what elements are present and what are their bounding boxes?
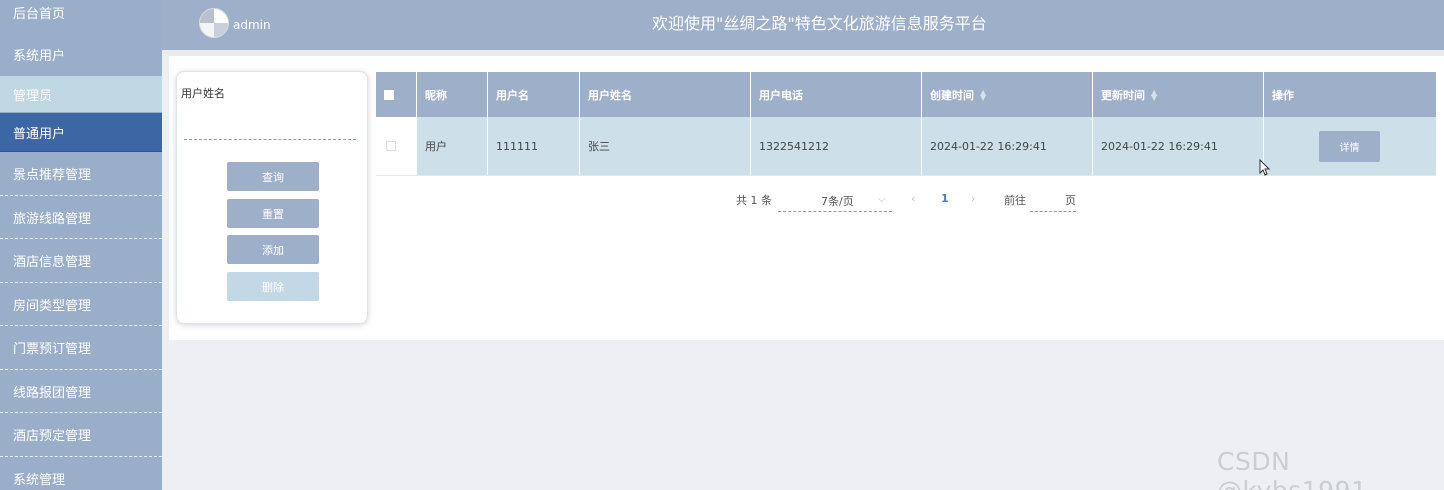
row-checkbox[interactable] — [386, 141, 396, 151]
sort-caret-icon[interactable]: ▲ ▼ — [980, 88, 986, 101]
top-header: admin 欢迎使用"丝绸之路"特色文化旅游信息服务平台 — [162, 0, 1444, 50]
mouse-cursor-icon — [1259, 159, 1270, 176]
page-title: 欢迎使用"丝绸之路"特色文化旅游信息服务平台 — [652, 14, 987, 33]
goto-prefix: 前往 — [1004, 194, 1026, 207]
cell-nickname: 用户 — [417, 117, 488, 175]
sidebar-item-room-types[interactable]: 房间类型管理 — [0, 283, 162, 326]
sidebar-item-label: 酒店信息管理 — [13, 255, 92, 270]
cell-realname: 张三 — [580, 117, 751, 175]
column-header-actions: 操作 — [1272, 88, 1294, 102]
sidebar-item-label: 系统用户 — [13, 48, 66, 64]
column-header-username: 用户名 — [488, 72, 580, 117]
chevron-down-icon: ⌵ — [878, 194, 886, 205]
sidebar-item-attractions[interactable]: 景点推荐管理 — [0, 152, 162, 196]
sidebar-item-admin[interactable]: 管理员 — [0, 76, 162, 112]
column-header-created[interactable]: 创建时间 ▲ ▼ — [922, 72, 1093, 117]
sidebar-item-label: 系统管理 — [13, 473, 66, 488]
search-input[interactable] — [184, 128, 356, 140]
column-header-phone: 用户电话 — [751, 72, 922, 117]
sort-caret-icon[interactable]: ▲ ▼ — [1151, 88, 1157, 101]
delete-button[interactable]: 删除 — [227, 272, 319, 301]
goto-suffix: 页 — [1065, 194, 1076, 207]
sidebar-item-label: 酒店预定管理 — [13, 429, 92, 444]
page-number-current[interactable]: 1 — [941, 192, 949, 205]
table-header: 昵称 用户名 用户姓名 用户电话 创建时间 ▲ ▼ 更新时间 ▲ ▼ 操作 — [376, 72, 1436, 117]
avatar[interactable] — [199, 8, 229, 38]
sidebar-item-label: 线路报团管理 — [13, 385, 92, 401]
cell-actions: 详情 — [1264, 117, 1436, 175]
sidebar: 后台首页 系统用户 管理员 普通用户 景点推荐管理 旅游线路管理 酒店信息管理 … — [0, 0, 162, 490]
watermark: CSDN @kybs1991 — [1217, 447, 1367, 490]
sidebar-item-label: 房间类型管理 — [13, 298, 92, 314]
sidebar-item-hotel-bookings[interactable]: 酒店预定管理 — [0, 413, 162, 457]
column-header-updated[interactable]: 更新时间 ▲ ▼ — [1093, 72, 1264, 117]
row-checkbox-cell — [376, 117, 417, 175]
sidebar-item-normal-users[interactable]: 普通用户 — [0, 113, 162, 152]
page-size-value: 7条/页 — [821, 195, 854, 208]
sidebar-item-routes[interactable]: 旅游线路管理 — [0, 196, 162, 239]
sidebar-item-label: 旅游线路管理 — [13, 211, 92, 227]
sidebar-item-system-settings[interactable]: 系统管理 — [0, 457, 162, 490]
search-panel: 用户姓名 查询 重置 添加 删除 — [176, 71, 368, 324]
query-button[interactable]: 查询 — [227, 162, 319, 191]
cell-username: 111111 — [488, 117, 580, 175]
cell-updated: 2024-01-22 16:29:41 — [1093, 117, 1264, 175]
sidebar-item-label: 管理员 — [13, 88, 53, 104]
cell-created: 2024-01-22 16:29:41 — [922, 117, 1093, 175]
search-label: 用户姓名 — [181, 87, 225, 100]
sidebar-item-label: 门票预订管理 — [13, 342, 92, 357]
page-size-select[interactable]: 7条/页 ⌵ — [778, 190, 892, 212]
sidebar-item-hotels[interactable]: 酒店信息管理 — [0, 239, 162, 283]
table-row[interactable]: 用户 111111 张三 1322541212 2024-01-22 16:29… — [376, 117, 1436, 176]
reset-button[interactable]: 重置 — [227, 199, 319, 228]
pagination-total: 共 1 条 — [736, 194, 772, 207]
sidebar-item-label: 后台首页 — [13, 7, 66, 22]
column-header-realname: 用户姓名 — [580, 72, 751, 117]
column-header-nickname: 昵称 — [417, 72, 488, 117]
sidebar-item-tour-groups[interactable]: 线路报团管理 — [0, 370, 162, 413]
sidebar-item-home[interactable]: 后台首页 — [0, 0, 162, 28]
prev-page-icon[interactable]: ‹ — [911, 192, 915, 205]
next-page-icon[interactable]: › — [971, 192, 975, 205]
cell-phone: 1322541212 — [751, 117, 922, 175]
sidebar-item-tickets[interactable]: 门票预订管理 — [0, 326, 162, 370]
admin-username[interactable]: admin — [233, 18, 271, 32]
sidebar-item-label: 普通用户 — [13, 126, 66, 142]
detail-button[interactable]: 详情 — [1319, 130, 1380, 162]
sidebar-item-label: 景点推荐管理 — [13, 168, 92, 183]
header-checkbox-cell — [376, 72, 417, 117]
select-all-checkbox[interactable] — [384, 89, 394, 100]
add-button[interactable]: 添加 — [227, 235, 319, 264]
sidebar-item-system-users[interactable]: 系统用户 — [0, 37, 162, 71]
